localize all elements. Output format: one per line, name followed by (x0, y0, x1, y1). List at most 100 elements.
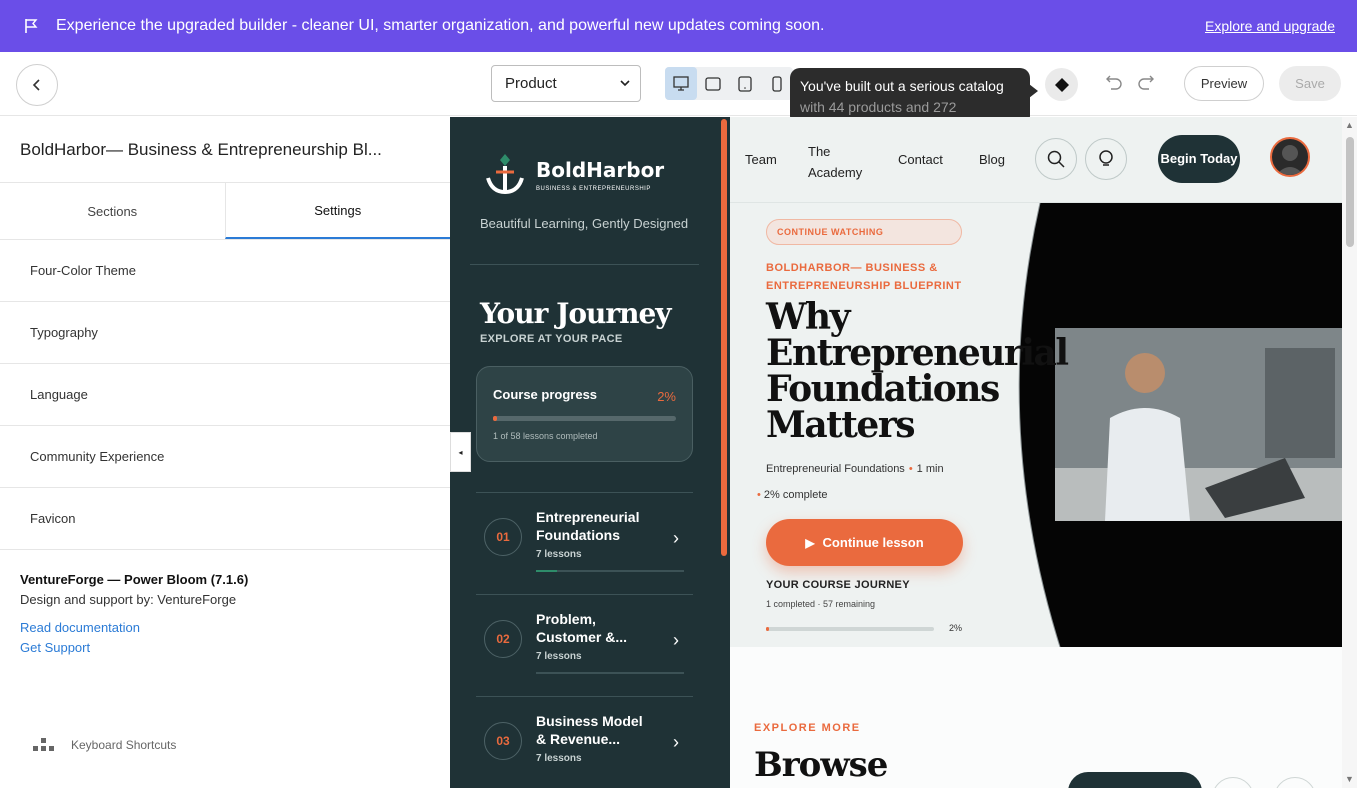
explore-button[interactable] (1068, 772, 1202, 788)
tablet-portrait-icon (738, 75, 752, 92)
chevron-right-icon: › (673, 630, 679, 650)
scroll-down-icon[interactable]: ▼ (1345, 774, 1354, 784)
tooltip-line-2: with 44 products and 272 (800, 99, 957, 115)
desktop-view-button[interactable] (665, 67, 697, 100)
scroll-up-icon[interactable]: ▲ (1345, 120, 1354, 130)
man-at-laptop-image (1055, 328, 1342, 521)
preview-button[interactable]: Preview (1184, 66, 1264, 101)
device-switcher (665, 67, 793, 100)
redo-icon[interactable] (1137, 74, 1155, 90)
progress-bar (493, 416, 676, 421)
flag-icon (25, 19, 38, 33)
notifications-button[interactable] (1085, 138, 1127, 180)
setting-community-experience[interactable]: Community Experience (0, 426, 450, 488)
chevron-right-icon: › (673, 732, 679, 752)
page-type-select[interactable]: Product (491, 65, 641, 102)
get-support-link[interactable]: Get Support (20, 638, 430, 658)
module-title: Entrepreneurial Foundations (536, 509, 640, 543)
settings-panel: BoldHarbor— Business & Entrepreneurship … (0, 117, 450, 788)
desktop-icon (673, 76, 689, 91)
carousel-next-button[interactable] (1274, 777, 1316, 788)
course-journey-caption: 1 completed · 57 remaining (766, 599, 876, 609)
tablet-landscape-view-button[interactable] (697, 67, 729, 100)
nav-academy[interactable]: The Academy (808, 141, 872, 183)
play-icon: ▶ (805, 535, 815, 550)
begin-today-button[interactable]: Begin Today (1158, 135, 1240, 183)
editor-toolbar: Product You've built out a serious catal… (0, 52, 1357, 126)
diamond-icon (1054, 77, 1069, 92)
chevron-right-icon: › (673, 528, 679, 548)
nav-team[interactable]: Team (745, 152, 777, 167)
tab-settings[interactable]: Settings (224, 183, 450, 239)
module-lessons: 7 lessons (536, 651, 582, 662)
avatar[interactable] (1270, 137, 1310, 177)
setting-favicon[interactable]: Favicon (0, 488, 450, 550)
progress-caption: 1 of 58 lessons completed (493, 431, 598, 441)
bell-icon (1099, 150, 1113, 166)
module-title: Problem, Customer &... (536, 611, 628, 645)
brand-subtitle: BUSINESS & ENTREPRENEURSHIP (536, 186, 651, 192)
lesson-meta: Entrepreneurial Foundations • 1 min (766, 463, 944, 475)
setting-language[interactable]: Language (0, 364, 450, 426)
ai-assistant-button[interactable] (1045, 68, 1078, 101)
tablet-landscape-icon (705, 76, 721, 91)
upgrade-banner: Experience the upgraded builder - cleane… (0, 0, 1357, 52)
course-progress-card: Course progress 2% 1 of 58 lessons compl… (476, 366, 693, 462)
module-number: 02 (484, 620, 522, 658)
preview-scrollbar[interactable]: ▲ ▼ (1342, 117, 1357, 788)
module-lessons: 7 lessons (536, 549, 582, 560)
module-item[interactable]: 03 Business Model & Revenue... 7 lessons… (476, 696, 693, 788)
chevron-down-icon (620, 80, 630, 87)
module-item[interactable]: 01 Entrepreneurial Foundations 7 lessons… (476, 492, 693, 595)
explore-section: EXPLORE MORE Browse (730, 647, 1342, 788)
nav-contact[interactable]: Contact (898, 152, 943, 167)
brand-name: BoldHarbor (536, 158, 665, 182)
module-item[interactable]: 02 Problem, Customer &... 7 lessons › (476, 594, 693, 697)
setting-four-color-theme[interactable]: Four-Color Theme (0, 240, 450, 302)
undo-icon[interactable] (1105, 74, 1123, 90)
setting-typography[interactable]: Typography (0, 302, 450, 364)
carousel-prev-button[interactable] (1212, 777, 1254, 788)
tab-sections[interactable]: Sections (0, 183, 225, 239)
progress-percent: 2% (657, 389, 676, 404)
page-type-value: Product (505, 75, 557, 92)
mobile-icon (772, 75, 782, 92)
brand-logo[interactable]: BoldHarbor BUSINESS & ENTREPRENEURSHIP (484, 152, 664, 198)
explore-upgrade-link[interactable]: Explore and upgrade (1205, 18, 1335, 34)
lesson-module: Entrepreneurial Foundations (766, 463, 905, 475)
journey-progress-percent: 2% (949, 623, 963, 633)
progress-bar-fill (493, 416, 497, 421)
continue-lesson-button[interactable]: ▶ Continue lesson (766, 519, 963, 566)
read-documentation-link[interactable]: Read documentation (20, 618, 430, 638)
hero-section: CONTINUE WATCHING BOLDHARBOR— BUSINESS &… (730, 203, 1342, 647)
module-title: Business Model & Revenue... (536, 713, 643, 747)
module-progress-bar (536, 672, 684, 674)
site-nav: Team The Academy Contact Blog Begin Toda… (730, 117, 1342, 203)
back-button[interactable] (16, 64, 58, 106)
browse-heading: Browse (754, 745, 888, 785)
hero-headline: Why Entrepreneurial Foundations Matters (766, 296, 1069, 446)
search-button[interactable] (1035, 138, 1077, 180)
mobile-view-button[interactable] (761, 67, 793, 100)
hero-photo (1055, 328, 1342, 521)
continue-watching-badge: CONTINUE WATCHING (766, 219, 962, 245)
nav-blog[interactable]: Blog (979, 152, 1005, 167)
anchor-logo-icon (486, 154, 524, 195)
explore-label: EXPLORE MORE (754, 722, 861, 734)
module-number: 01 (484, 518, 522, 556)
site-title: BoldHarbor— Business & Entrepreneurship … (0, 117, 450, 183)
course-tagline: Beautiful Learning, Gently Designed (480, 216, 689, 231)
keyboard-shortcuts-button[interactable]: Keyboard Shortcuts (32, 737, 176, 752)
course-sidebar: BoldHarbor BUSINESS & ENTREPRENEURSHIP B… (450, 117, 730, 788)
sidebar-scrollbar[interactable] (721, 119, 727, 556)
keyboard-icon (33, 738, 54, 751)
banner-message: Experience the upgraded builder - cleane… (56, 17, 825, 34)
panel-tabs: Sections Settings (0, 183, 450, 240)
module-progress-fill (536, 570, 557, 572)
collapse-panel-button[interactable]: ◂ (450, 432, 471, 472)
save-button[interactable]: Save (1279, 66, 1341, 101)
completion-text: 2% complete (763, 489, 828, 501)
tablet-portrait-view-button[interactable] (729, 67, 761, 100)
scrollbar-thumb[interactable] (1346, 137, 1354, 247)
caret-left-icon: ◂ (458, 447, 463, 457)
